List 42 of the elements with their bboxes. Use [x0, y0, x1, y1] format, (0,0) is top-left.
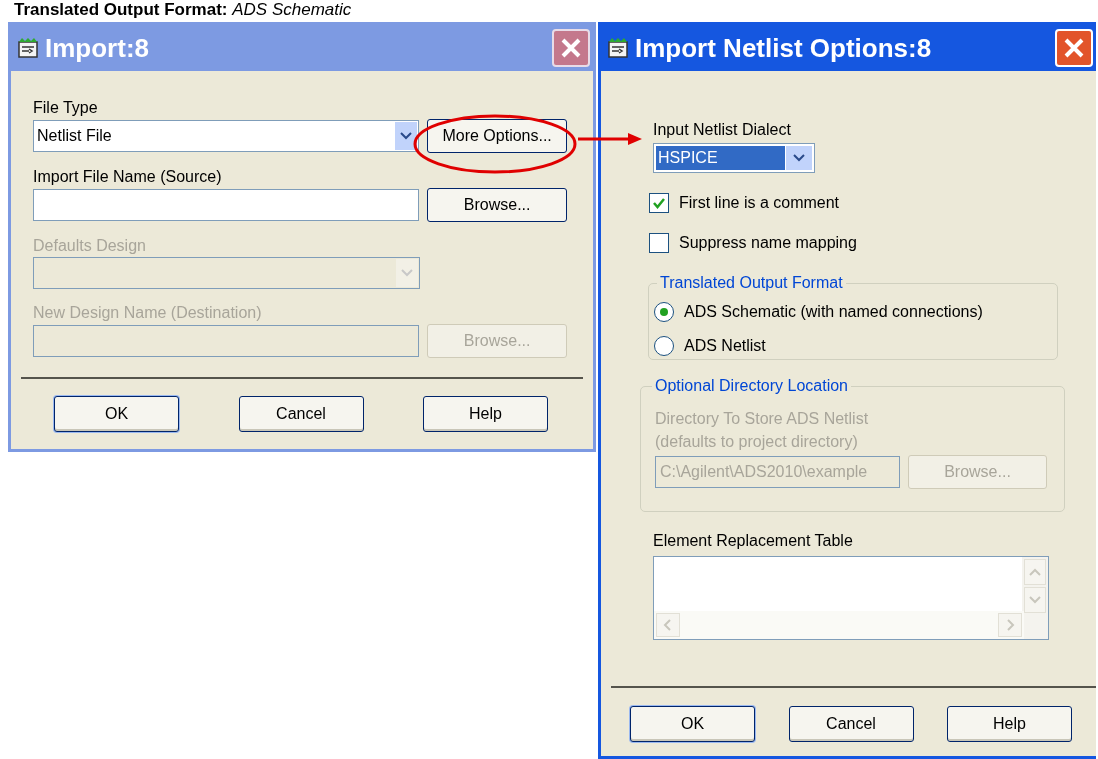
field-label: Element Replacement Table	[653, 532, 854, 550]
field-label: File Type	[33, 99, 99, 117]
cancel-button[interactable]: Cancel	[238, 396, 364, 432]
window-title: Import:8	[45, 31, 150, 65]
cancel-button[interactable]: Cancel	[788, 706, 914, 742]
input-field: C:\Agilent\ADS2010\example	[655, 456, 900, 488]
close-icon	[1063, 37, 1085, 59]
chevron-down-icon	[401, 269, 413, 277]
page-heading: Translated Output Format: ADS Schematic	[14, 0, 352, 19]
field-label: Input Netlist Dialect	[653, 121, 792, 139]
radio-label: ADS Netlist	[684, 336, 766, 356]
field-label: New Design Name (Destination)	[33, 304, 263, 322]
dropdown[interactable]: Netlist File	[33, 120, 420, 152]
radio-label: ADS Schematic (with named connections)	[684, 302, 983, 322]
help-button[interactable]: Help	[947, 706, 1072, 742]
radio-button[interactable]	[654, 302, 674, 322]
close-button[interactable]	[552, 29, 590, 67]
ok-button[interactable]: OK	[630, 706, 755, 742]
checkbox-label: Suppress name mapping	[679, 233, 857, 253]
field-label: Defaults Design	[33, 237, 147, 255]
window-title: Import Netlist Options:8	[635, 31, 933, 65]
more-options-button[interactable]: More Options...	[427, 119, 567, 153]
check-icon	[652, 196, 666, 210]
chevron-down-icon	[793, 154, 805, 162]
dropdown[interactable]: HSPICE	[653, 143, 815, 173]
chevron-down-icon	[400, 132, 413, 140]
ok-button[interactable]: OK	[54, 396, 179, 432]
app-icon	[607, 37, 629, 59]
radio-button[interactable]	[654, 336, 674, 356]
checkbox[interactable]	[649, 233, 669, 253]
annotation-arrow	[578, 132, 642, 146]
app-icon	[17, 37, 39, 59]
checkbox[interactable]	[649, 193, 669, 213]
group-legend: Optional Directory Location	[652, 376, 851, 396]
input-field[interactable]	[33, 189, 420, 221]
group-legend: Translated Output Format	[657, 273, 846, 293]
field-label: Import File Name (Source)	[33, 168, 223, 186]
help-button[interactable]: Help	[423, 396, 548, 432]
browse-button[interactable]: Browse...	[427, 188, 567, 222]
field-label: Directory To Store ADS Netlist (defaults to project directory)	[655, 409, 870, 452]
close-icon	[560, 37, 582, 59]
checkbox-label: First line is a comment	[679, 193, 840, 213]
